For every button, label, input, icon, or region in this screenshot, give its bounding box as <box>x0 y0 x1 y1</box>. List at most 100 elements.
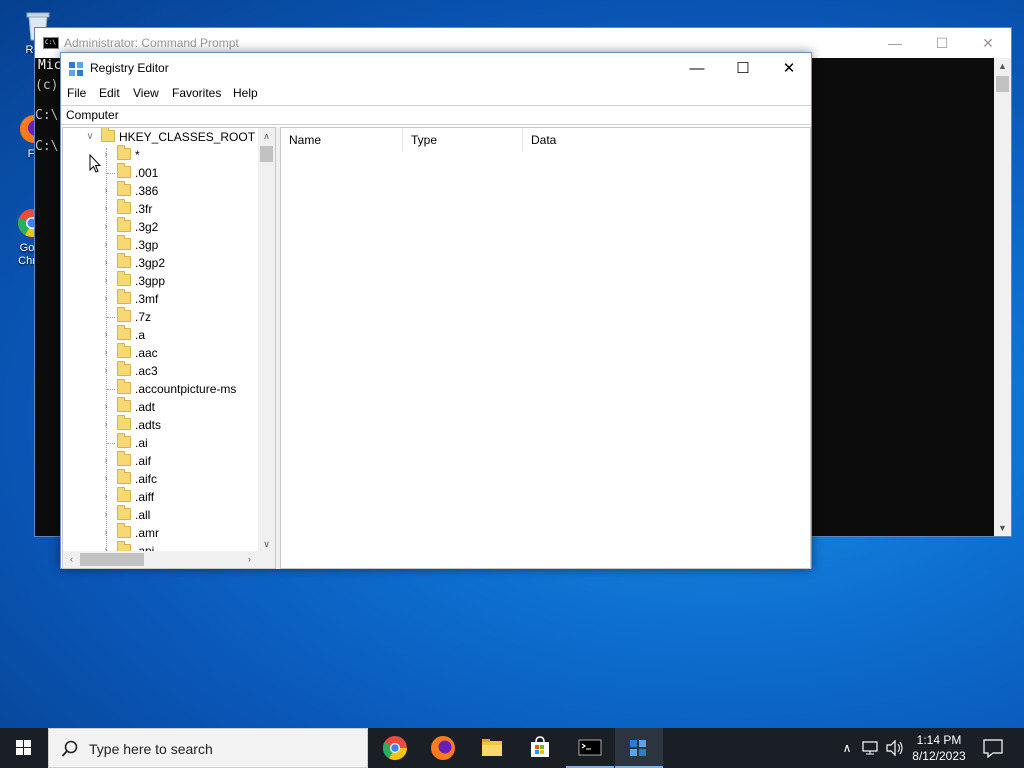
chevron-right-icon[interactable]: › <box>101 416 111 434</box>
taskbar-search[interactable]: Type here to search <box>48 728 368 768</box>
column-header-data[interactable]: Data <box>523 128 811 152</box>
tree-item[interactable]: › .adts <box>63 415 263 434</box>
tree-hscroll-thumb[interactable] <box>80 553 144 566</box>
start-button[interactable] <box>0 728 48 768</box>
chevron-right-icon[interactable]: › <box>101 254 111 272</box>
volume-icon[interactable] <box>884 728 906 768</box>
folder-icon <box>117 361 131 376</box>
tree-item[interactable]: › .aifc <box>63 469 263 488</box>
scroll-down-arrow-icon[interactable]: ▼ <box>994 520 1011 536</box>
tree-scroll-thumb[interactable] <box>260 146 273 162</box>
network-icon[interactable] <box>860 728 882 768</box>
tree-item-label: .amr <box>135 526 159 540</box>
taskbar-registry-editor[interactable] <box>615 728 663 768</box>
tree-item[interactable]: › .aac <box>63 343 263 362</box>
tree-item[interactable]: › .aif <box>63 451 263 470</box>
tree-item-root[interactable]: ∨ HKEY_CLASSES_ROOT <box>63 128 263 146</box>
chevron-right-icon[interactable]: › <box>101 398 111 416</box>
tree-connector <box>107 173 115 174</box>
tree-item[interactable]: › .3gp2 <box>63 253 263 272</box>
chevron-right-icon[interactable]: › <box>101 146 111 164</box>
values-list[interactable]: Name Type Data <box>280 127 811 569</box>
tray-chevron-up-icon[interactable]: ∧ <box>838 728 856 768</box>
registry-editor-window[interactable]: Registry Editor — ☐ ✕ File Edit View Fav… <box>60 52 812 569</box>
tree-item[interactable]: .7z <box>63 307 263 326</box>
menu-favorites[interactable]: Favorites <box>172 86 221 100</box>
tree-item[interactable]: › .3gp <box>63 235 263 254</box>
tree-vertical-scrollbar[interactable]: ∧ ∨ <box>258 128 275 552</box>
address-bar[interactable]: Computer <box>61 105 811 125</box>
scroll-up-arrow-icon[interactable]: ▲ <box>994 58 1011 74</box>
notification-icon[interactable] <box>978 728 1008 768</box>
menu-help[interactable]: Help <box>233 86 258 100</box>
folder-icon <box>117 199 131 214</box>
cmd-maximize-button[interactable]: ☐ <box>919 28 965 58</box>
cmd-vertical-scrollbar[interactable]: ▲ ▼ <box>994 58 1011 536</box>
chevron-right-icon[interactable]: › <box>101 470 111 488</box>
chevron-right-icon[interactable]: › <box>101 524 111 542</box>
tree-item[interactable]: › .aiff <box>63 487 263 506</box>
chrome-icon <box>382 736 407 761</box>
tree-item[interactable]: › .3g2 <box>63 217 263 236</box>
regedit-titlebar[interactable]: Registry Editor — ☐ ✕ <box>61 53 811 84</box>
tree-item[interactable]: .accountpicture-ms <box>63 379 263 398</box>
column-header-name[interactable]: Name <box>281 128 403 152</box>
tree-item[interactable]: › .3mf <box>63 289 263 308</box>
column-header-type[interactable]: Type <box>403 128 523 152</box>
chevron-right-icon[interactable]: › <box>101 452 111 470</box>
regedit-title: Registry Editor <box>90 61 169 75</box>
chevron-right-icon[interactable]: › <box>101 200 111 218</box>
folder-icon <box>117 289 131 304</box>
tree-item[interactable]: › .a <box>63 325 263 344</box>
taskbar-firefox[interactable] <box>419 728 467 768</box>
cmd-minimize-button[interactable]: — <box>872 28 918 58</box>
chevron-right-icon[interactable]: › <box>101 290 111 308</box>
taskbar-command-prompt[interactable] <box>566 728 614 768</box>
tree-item-label: .7z <box>135 310 152 324</box>
tree-horizontal-scrollbar[interactable]: ‹ › <box>63 551 275 568</box>
chevron-right-icon[interactable]: › <box>101 326 111 344</box>
scroll-left-arrow-icon[interactable]: ‹ <box>63 551 80 568</box>
registry-editor-icon <box>630 740 646 756</box>
tree-item[interactable]: › .amr <box>63 523 263 542</box>
chevron-right-icon[interactable]: › <box>101 344 111 362</box>
chevron-right-icon[interactable]: › <box>101 362 111 380</box>
cmd-close-button[interactable]: ✕ <box>965 28 1011 58</box>
windows-logo-icon <box>16 740 31 755</box>
tree-item[interactable]: › .386 <box>63 181 263 200</box>
taskbar-file-explorer[interactable] <box>468 728 516 768</box>
tree-item[interactable]: .ai <box>63 433 263 452</box>
scroll-right-arrow-icon[interactable]: › <box>241 551 258 568</box>
minimize-button[interactable]: — <box>674 53 720 84</box>
chevron-right-icon[interactable]: › <box>101 236 111 254</box>
tree-item[interactable]: › .3fr <box>63 199 263 218</box>
cmd-app-icon <box>43 37 59 49</box>
chevron-right-icon[interactable]: › <box>101 182 111 200</box>
tree-item[interactable]: › .all <box>63 505 263 524</box>
system-clock[interactable]: 1:14 PM 8/12/2023 <box>907 732 971 764</box>
cmd-scroll-thumb[interactable] <box>996 76 1009 92</box>
menu-view[interactable]: View <box>133 86 159 100</box>
scroll-down-arrow-icon[interactable]: ∨ <box>258 536 275 552</box>
registry-editor-icon <box>68 61 84 77</box>
taskbar-store[interactable] <box>516 728 564 768</box>
tree-item-label: .accountpicture-ms <box>135 382 237 396</box>
tree-item[interactable]: › .ac3 <box>63 361 263 380</box>
scroll-up-arrow-icon[interactable]: ∧ <box>258 128 275 144</box>
maximize-button[interactable]: ☐ <box>720 53 766 84</box>
tree-item[interactable]: › .adt <box>63 397 263 416</box>
store-bag-icon <box>531 736 549 757</box>
menu-edit[interactable]: Edit <box>99 86 120 100</box>
chevron-right-icon[interactable]: › <box>101 272 111 290</box>
folder-icon <box>117 343 131 358</box>
chevron-right-icon[interactable]: › <box>101 218 111 236</box>
taskbar-chrome[interactable] <box>371 728 419 768</box>
tree-item-label: .3gpp <box>135 274 166 288</box>
tree-item[interactable]: › .3gpp <box>63 271 263 290</box>
close-button[interactable]: ✕ <box>766 53 812 84</box>
menu-file[interactable]: File <box>67 86 86 100</box>
registry-tree[interactable]: ∨ HKEY_CLASSES_ROOT › * .001 › .386 › .3fr › .3g… <box>62 127 276 569</box>
chevron-right-icon[interactable]: › <box>101 488 111 506</box>
chevron-right-icon[interactable]: › <box>101 506 111 524</box>
chevron-down-icon[interactable]: ∨ <box>85 128 95 146</box>
